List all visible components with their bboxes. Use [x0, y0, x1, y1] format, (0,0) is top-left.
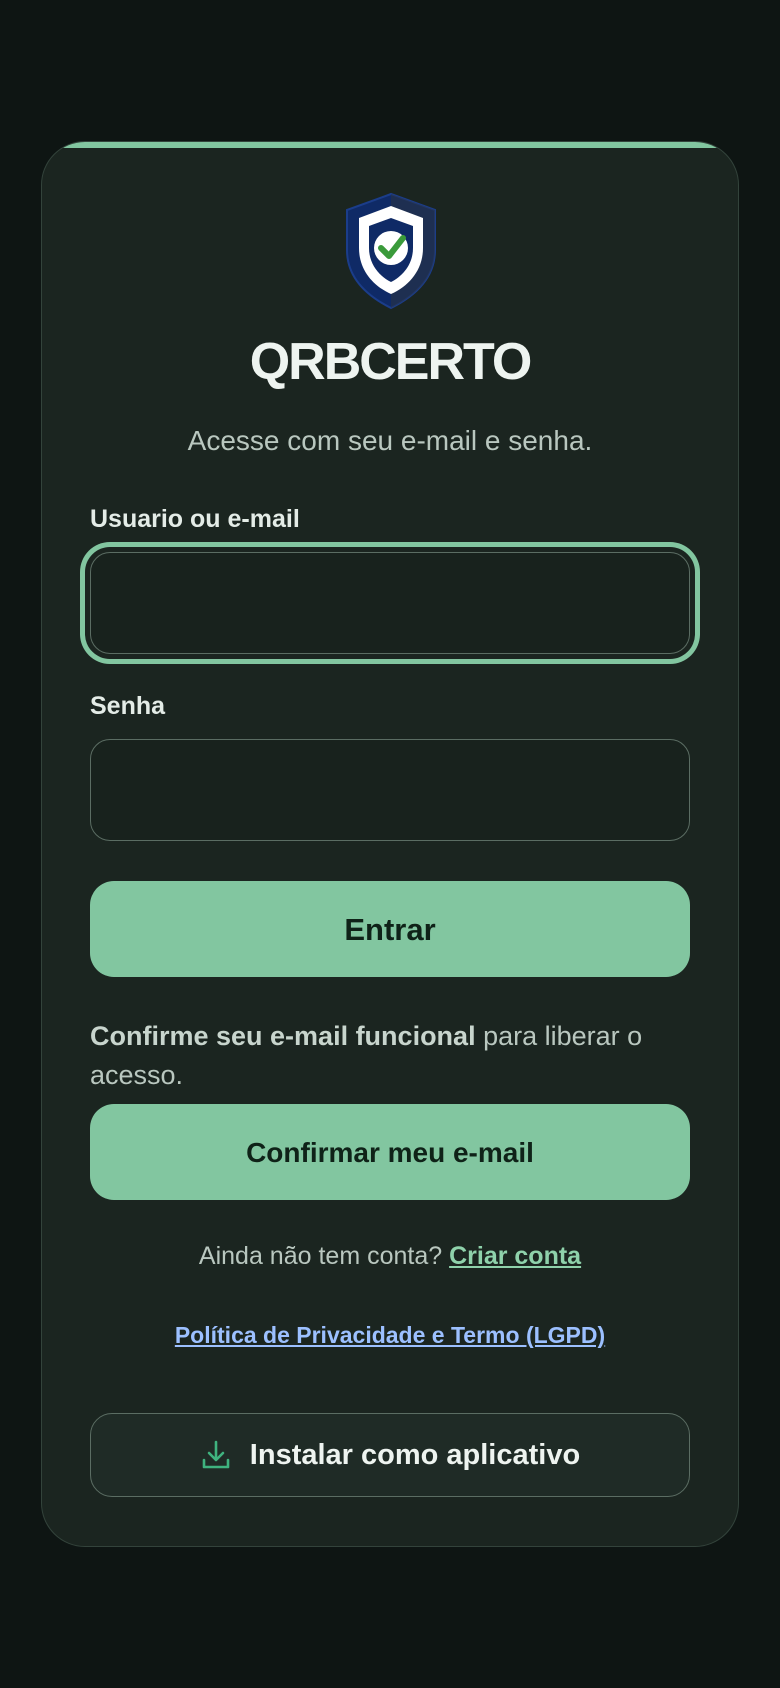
signup-line: Ainda não tem conta? Criar conta — [42, 1242, 738, 1271]
confirm-email-message: Confirme seu e-mail funcional para liber… — [90, 1017, 700, 1095]
install-app-button[interactable]: Instalar como aplicativo — [90, 1413, 690, 1497]
login-subtitle: Acesse com seu e-mail e senha. — [187, 425, 593, 456]
shield-check-icon — [346, 192, 436, 310]
card-top-accent — [42, 142, 738, 148]
brand-title: QRBCERTO — [249, 333, 533, 391]
create-account-link[interactable]: Criar conta — [449, 1242, 581, 1270]
username-label: Usuario ou e-mail — [90, 505, 300, 533]
password-label: Senha — [90, 692, 166, 720]
login-button[interactable]: Entrar — [90, 881, 690, 977]
username-input[interactable] — [90, 552, 690, 654]
signup-prompt: Ainda não tem conta? — [198, 1242, 450, 1270]
privacy-policy-link[interactable]: Política de Privacidade e Termo (LGPD) — [42, 1322, 738, 1349]
confirm-email-button[interactable]: Confirmar meu e-mail — [90, 1104, 690, 1200]
password-input[interactable] — [90, 739, 690, 841]
install-app-label: Instalar como aplicativo — [249, 1438, 581, 1471]
login-card: QRBCERTO Acesse com seu e-mail e senha. … — [41, 141, 739, 1547]
download-icon — [202, 1440, 230, 1469]
confirm-email-bold-text: Confirme seu e-mail funcional — [90, 1021, 476, 1051]
